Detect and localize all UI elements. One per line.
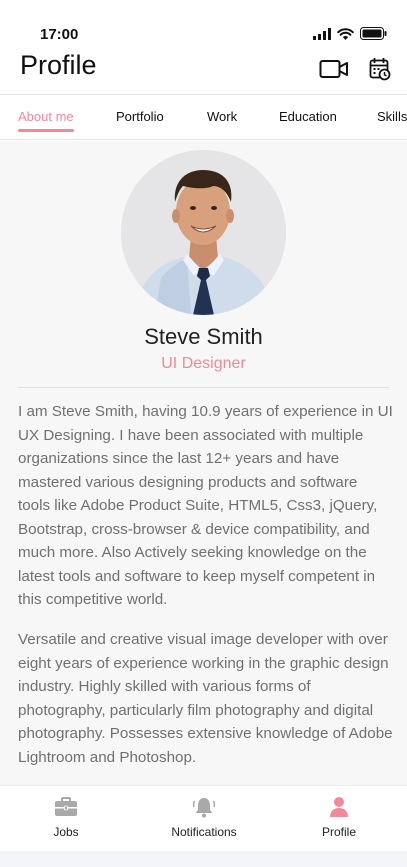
wifi-icon: [337, 27, 354, 40]
nav-item-profile[interactable]: Profile: [284, 796, 394, 839]
nav-item-jobs[interactable]: Jobs: [11, 796, 121, 839]
page-title: Profile: [20, 50, 97, 80]
calendar-clock-icon: [369, 58, 391, 81]
profile-name: Steve Smith: [144, 324, 263, 349]
status-bar: 17:00: [0, 0, 407, 48]
profile-tabs: About me Portfolio Work Education Skills: [0, 94, 407, 140]
signal-icon: [313, 27, 331, 40]
tab-education[interactable]: Education: [279, 109, 337, 124]
battery-icon: [360, 27, 387, 40]
status-time: 17:00: [40, 26, 79, 43]
tab-portfolio[interactable]: Portfolio: [116, 109, 164, 124]
avatar: [121, 150, 286, 315]
tab-skills[interactable]: Skills: [377, 109, 407, 124]
profile-role: UI Designer: [161, 355, 246, 372]
nav-label-notifications: Notifications: [171, 825, 237, 839]
nav-label-profile: Profile: [321, 825, 356, 839]
header: Profile: [0, 50, 407, 94]
tab-label: About me: [18, 109, 74, 124]
nav-item-notifications[interactable]: Notifications: [149, 796, 259, 839]
user-icon: [284, 796, 394, 818]
home-indicator-area: [0, 851, 407, 867]
video-call-button[interactable]: [319, 58, 349, 80]
video-camera-icon: [319, 60, 348, 78]
bio-paragraph: I am Steve Smith, having 10.9 years of e…: [18, 403, 393, 608]
about-me-panel: Steve Smith UI Designer I am Steve Smith…: [0, 141, 407, 785]
tab-about-me[interactable]: About me: [18, 109, 74, 132]
profile-photo: [121, 150, 286, 315]
header-actions: [319, 57, 391, 81]
tab-work[interactable]: Work: [207, 109, 237, 124]
briefcase-icon: [11, 796, 121, 818]
divider: [18, 387, 389, 388]
nav-label-jobs: Jobs: [53, 825, 79, 839]
status-icons: [313, 27, 387, 40]
bottom-nav: Jobs Notifications Profile: [0, 785, 407, 851]
calendar-button[interactable]: [369, 57, 391, 81]
bio-paragraph: Versatile and creative visual image deve…: [18, 631, 393, 766]
bell-icon: [149, 796, 259, 818]
active-tab-indicator: [18, 129, 74, 132]
